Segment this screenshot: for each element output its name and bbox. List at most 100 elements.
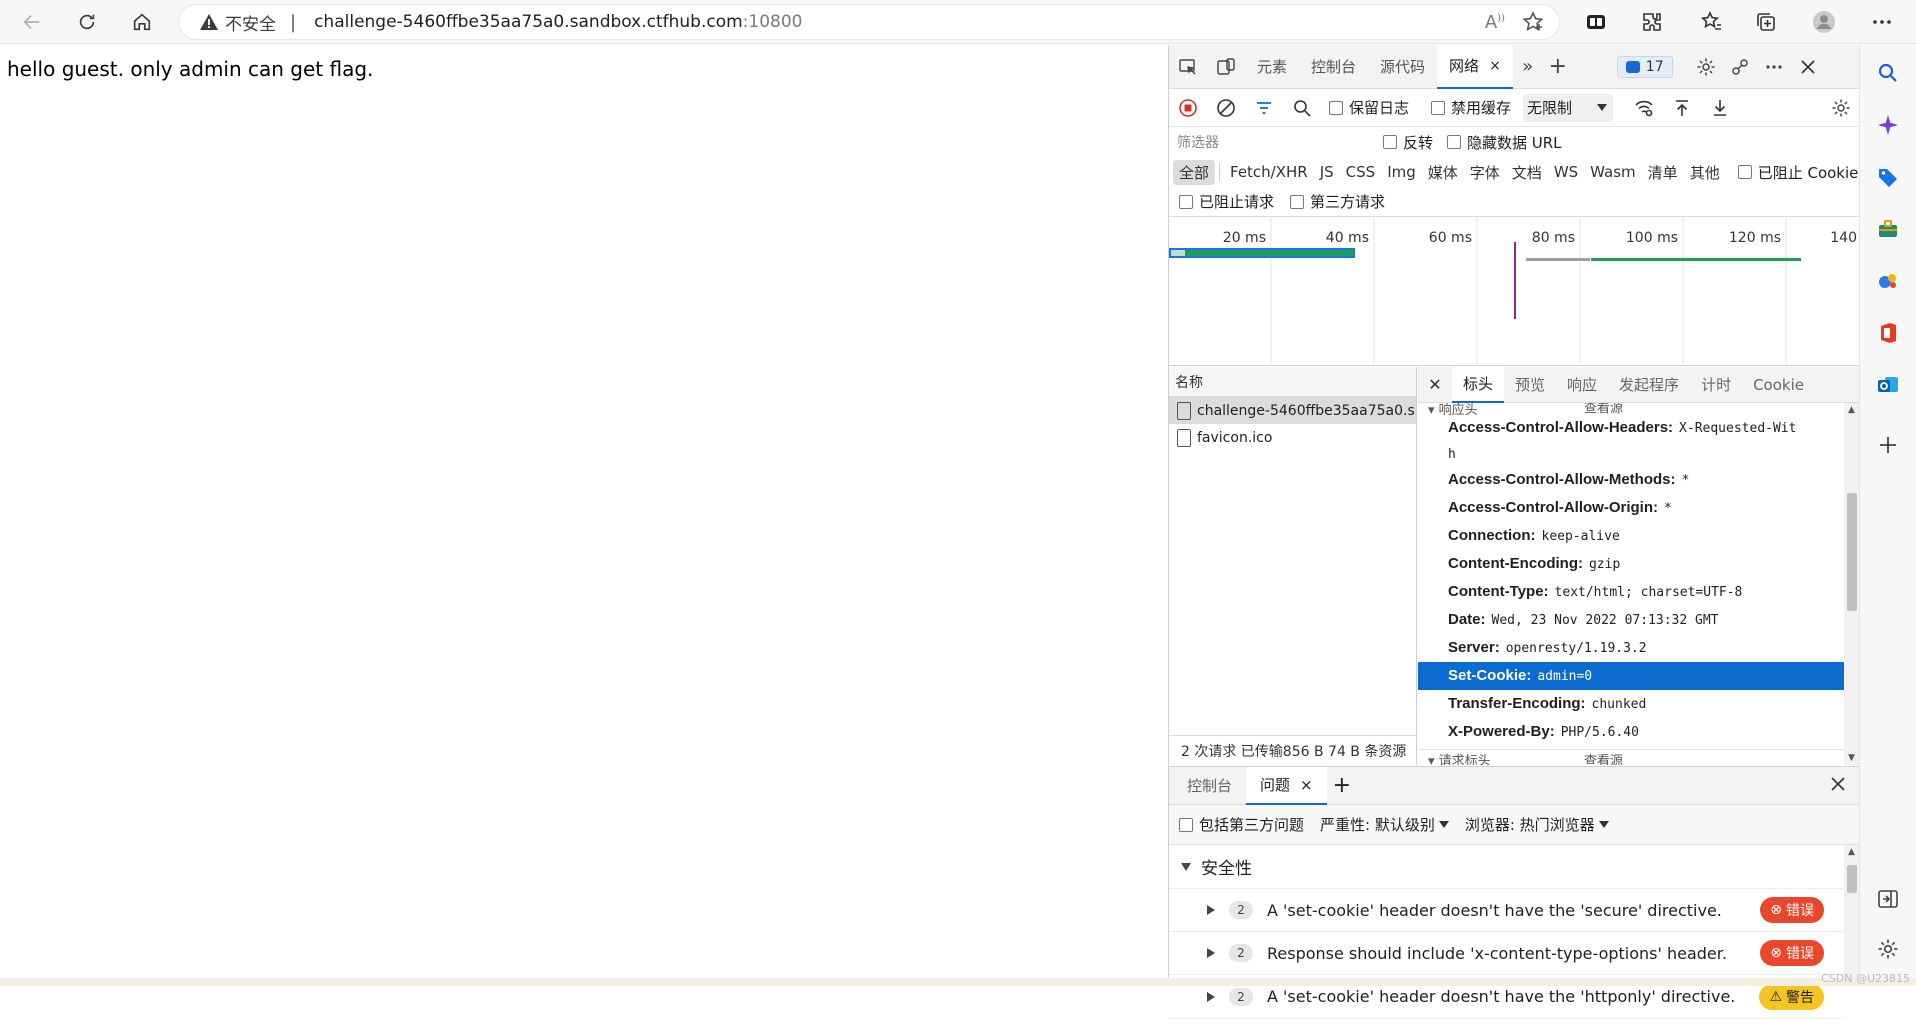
invert-checkbox[interactable]: 反转: [1383, 132, 1433, 153]
inspect-element-icon[interactable]: [1169, 49, 1207, 85]
address-bar[interactable]: 不安全 | challenge-5460ffbe35aa75a0.sandbox…: [178, 4, 1560, 40]
clear-icon[interactable]: [1207, 90, 1245, 126]
profile-avatar[interactable]: [1810, 8, 1838, 36]
header-row[interactable]: Server: openresty/1.19.3.2: [1418, 634, 1844, 662]
include-third-party-checkbox[interactable]: 包括第三方问题: [1179, 814, 1304, 835]
collections-icon[interactable]: [1752, 8, 1780, 36]
sidebar-settings-icon[interactable]: [1874, 935, 1902, 963]
shopping-tag-icon[interactable]: [1874, 163, 1902, 191]
office-icon[interactable]: [1874, 319, 1902, 347]
browser-select[interactable]: 浏览器: 热门浏览器: [1465, 814, 1609, 835]
type-font[interactable]: 字体: [1464, 162, 1506, 183]
request-row[interactable]: favicon.ico: [1169, 424, 1416, 451]
drawer-tab-console[interactable]: 控制台: [1173, 767, 1246, 805]
close-detail-icon[interactable]: ✕: [1418, 375, 1452, 394]
devtools-more-icon[interactable]: [1757, 49, 1791, 85]
drawer-tab-issues[interactable]: 问题 ×: [1246, 766, 1327, 805]
record-icon[interactable]: [1169, 90, 1207, 126]
preserve-log-checkbox[interactable]: 保留日志: [1329, 97, 1409, 118]
tab-response[interactable]: 响应: [1556, 367, 1608, 403]
more-tabs-icon[interactable]: »: [1513, 49, 1543, 85]
blocked-requests-checkbox[interactable]: 已阻止请求: [1179, 191, 1274, 212]
header-row[interactable]: Content-Encoding: gzip: [1418, 550, 1844, 578]
response-headers-section[interactable]: ▾ 响应头 查看源: [1418, 403, 1860, 417]
view-source-link[interactable]: 查看源: [1584, 403, 1623, 416]
scroll-up-icon[interactable]: ▲: [1848, 847, 1855, 857]
url-port[interactable]: :10800: [743, 12, 803, 32]
connect-icon[interactable]: [1723, 49, 1757, 85]
view-source-link[interactable]: 查看源: [1584, 750, 1623, 765]
tab-elements[interactable]: 元素: [1245, 45, 1299, 89]
device-emulation-icon[interactable]: [1207, 49, 1245, 85]
type-doc[interactable]: 文档: [1506, 162, 1548, 183]
name-column-header[interactable]: 名称: [1169, 367, 1416, 397]
favorites-icon[interactable]: [1698, 8, 1726, 36]
games-icon[interactable]: [1874, 267, 1902, 295]
close-devtools-icon[interactable]: [1791, 49, 1825, 85]
scrollbar-thumb[interactable]: [1847, 865, 1857, 893]
tab-cookies[interactable]: Cookie: [1742, 367, 1815, 403]
issues-scrollbar[interactable]: ▲: [1844, 845, 1860, 979]
home-button[interactable]: [126, 6, 158, 38]
request-headers-section[interactable]: ▾ 请求标头 查看源: [1418, 749, 1844, 765]
third-party-checkbox[interactable]: 第三方请求: [1290, 191, 1385, 212]
header-row[interactable]: Connection: keep-alive: [1418, 522, 1844, 550]
refresh-button[interactable]: [71, 6, 103, 38]
tab-initiator[interactable]: 发起程序: [1608, 367, 1690, 403]
header-row[interactable]: Content-Type: text/html; charset=UTF-8: [1418, 578, 1844, 606]
insecure-label[interactable]: 不安全: [225, 10, 276, 35]
upload-har-icon[interactable]: [1663, 90, 1701, 126]
scroll-up-icon[interactable]: ▲: [1848, 405, 1855, 415]
type-fetch-xhr[interactable]: Fetch/XHR: [1224, 163, 1314, 181]
add-tab-icon[interactable]: +: [1543, 49, 1573, 85]
header-row[interactable]: Access-Control-Allow-Origin: *: [1418, 494, 1844, 522]
type-manifest[interactable]: 清单: [1642, 162, 1684, 183]
network-conditions-icon[interactable]: [1625, 90, 1663, 126]
detail-scrollbar[interactable]: ▲ ▼: [1844, 403, 1860, 765]
tab-timing[interactable]: 计时: [1690, 367, 1742, 403]
header-row[interactable]: Date: Wed, 23 Nov 2022 07:13:32 GMT: [1418, 606, 1844, 634]
blocked-cookies-checkbox[interactable]: 已阻止 Cookie: [1737, 162, 1858, 183]
back-button[interactable]: [16, 6, 48, 38]
extensions-icon[interactable]: [1638, 8, 1666, 36]
url-host[interactable]: challenge-5460ffbe35aa75a0.sandbox.ctfhu…: [314, 12, 743, 32]
copilot-sparkle-icon[interactable]: [1874, 111, 1902, 139]
throttling-select[interactable]: 无限制: [1523, 93, 1614, 122]
type-css[interactable]: CSS: [1340, 163, 1382, 181]
hide-data-urls-checkbox[interactable]: 隐藏数据 URL: [1447, 132, 1562, 153]
issue-row[interactable]: 2 A 'set-cookie' header doesn't have the…: [1169, 889, 1844, 932]
header-row[interactable]: X-Powered-By: PHP/5.6.40: [1418, 718, 1844, 746]
header-row[interactable]: Transfer-Encoding: chunked: [1418, 690, 1844, 718]
disable-cache-checkbox[interactable]: 禁用缓存: [1431, 97, 1511, 118]
hide-sidebar-icon[interactable]: [1874, 885, 1902, 913]
outlook-icon[interactable]: [1874, 371, 1902, 399]
header-row[interactable]: Access-Control-Allow-Headers: X-Requested…: [1418, 417, 1844, 444]
more-menu-icon[interactable]: [1868, 8, 1896, 36]
type-all[interactable]: 全部: [1173, 159, 1216, 185]
type-ws[interactable]: WS: [1548, 163, 1584, 181]
scrollbar-thumb[interactable]: [1847, 493, 1857, 611]
add-sidebar-app-icon[interactable]: [1874, 431, 1902, 459]
scroll-down-icon[interactable]: ▼: [1848, 753, 1855, 763]
issues-counter[interactable]: 17: [1616, 55, 1673, 78]
issue-category-security[interactable]: 安全性: [1169, 845, 1860, 889]
type-img[interactable]: Img: [1381, 163, 1422, 181]
search-icon[interactable]: [1874, 59, 1902, 87]
network-overview-timeline[interactable]: 20 ms 40 ms 60 ms 80 ms 100 ms 120 ms 14…: [1169, 218, 1860, 366]
tab-preview[interactable]: 预览: [1504, 367, 1556, 403]
close-network-tab-icon[interactable]: ×: [1489, 58, 1501, 74]
type-other[interactable]: 其他: [1684, 162, 1726, 183]
type-js[interactable]: JS: [1314, 163, 1340, 181]
type-media[interactable]: 媒体: [1422, 162, 1464, 183]
request-row[interactable]: challenge-5460ffbe35aa75a0.s...: [1169, 397, 1416, 424]
tab-network[interactable]: 网络 ×: [1437, 44, 1513, 89]
warning-icon[interactable]: [199, 12, 219, 32]
add-drawer-tab-icon[interactable]: +: [1333, 773, 1351, 798]
network-settings-icon[interactable]: [1822, 90, 1860, 126]
collections-app-icon[interactable]: [1582, 8, 1610, 36]
tools-briefcase-icon[interactable]: [1874, 215, 1902, 243]
add-favorite-icon[interactable]: [1521, 10, 1545, 38]
search-icon[interactable]: [1283, 90, 1321, 126]
filter-icon[interactable]: [1245, 90, 1283, 126]
issue-row[interactable]: 2 Response should include 'x-content-typ…: [1169, 932, 1844, 975]
